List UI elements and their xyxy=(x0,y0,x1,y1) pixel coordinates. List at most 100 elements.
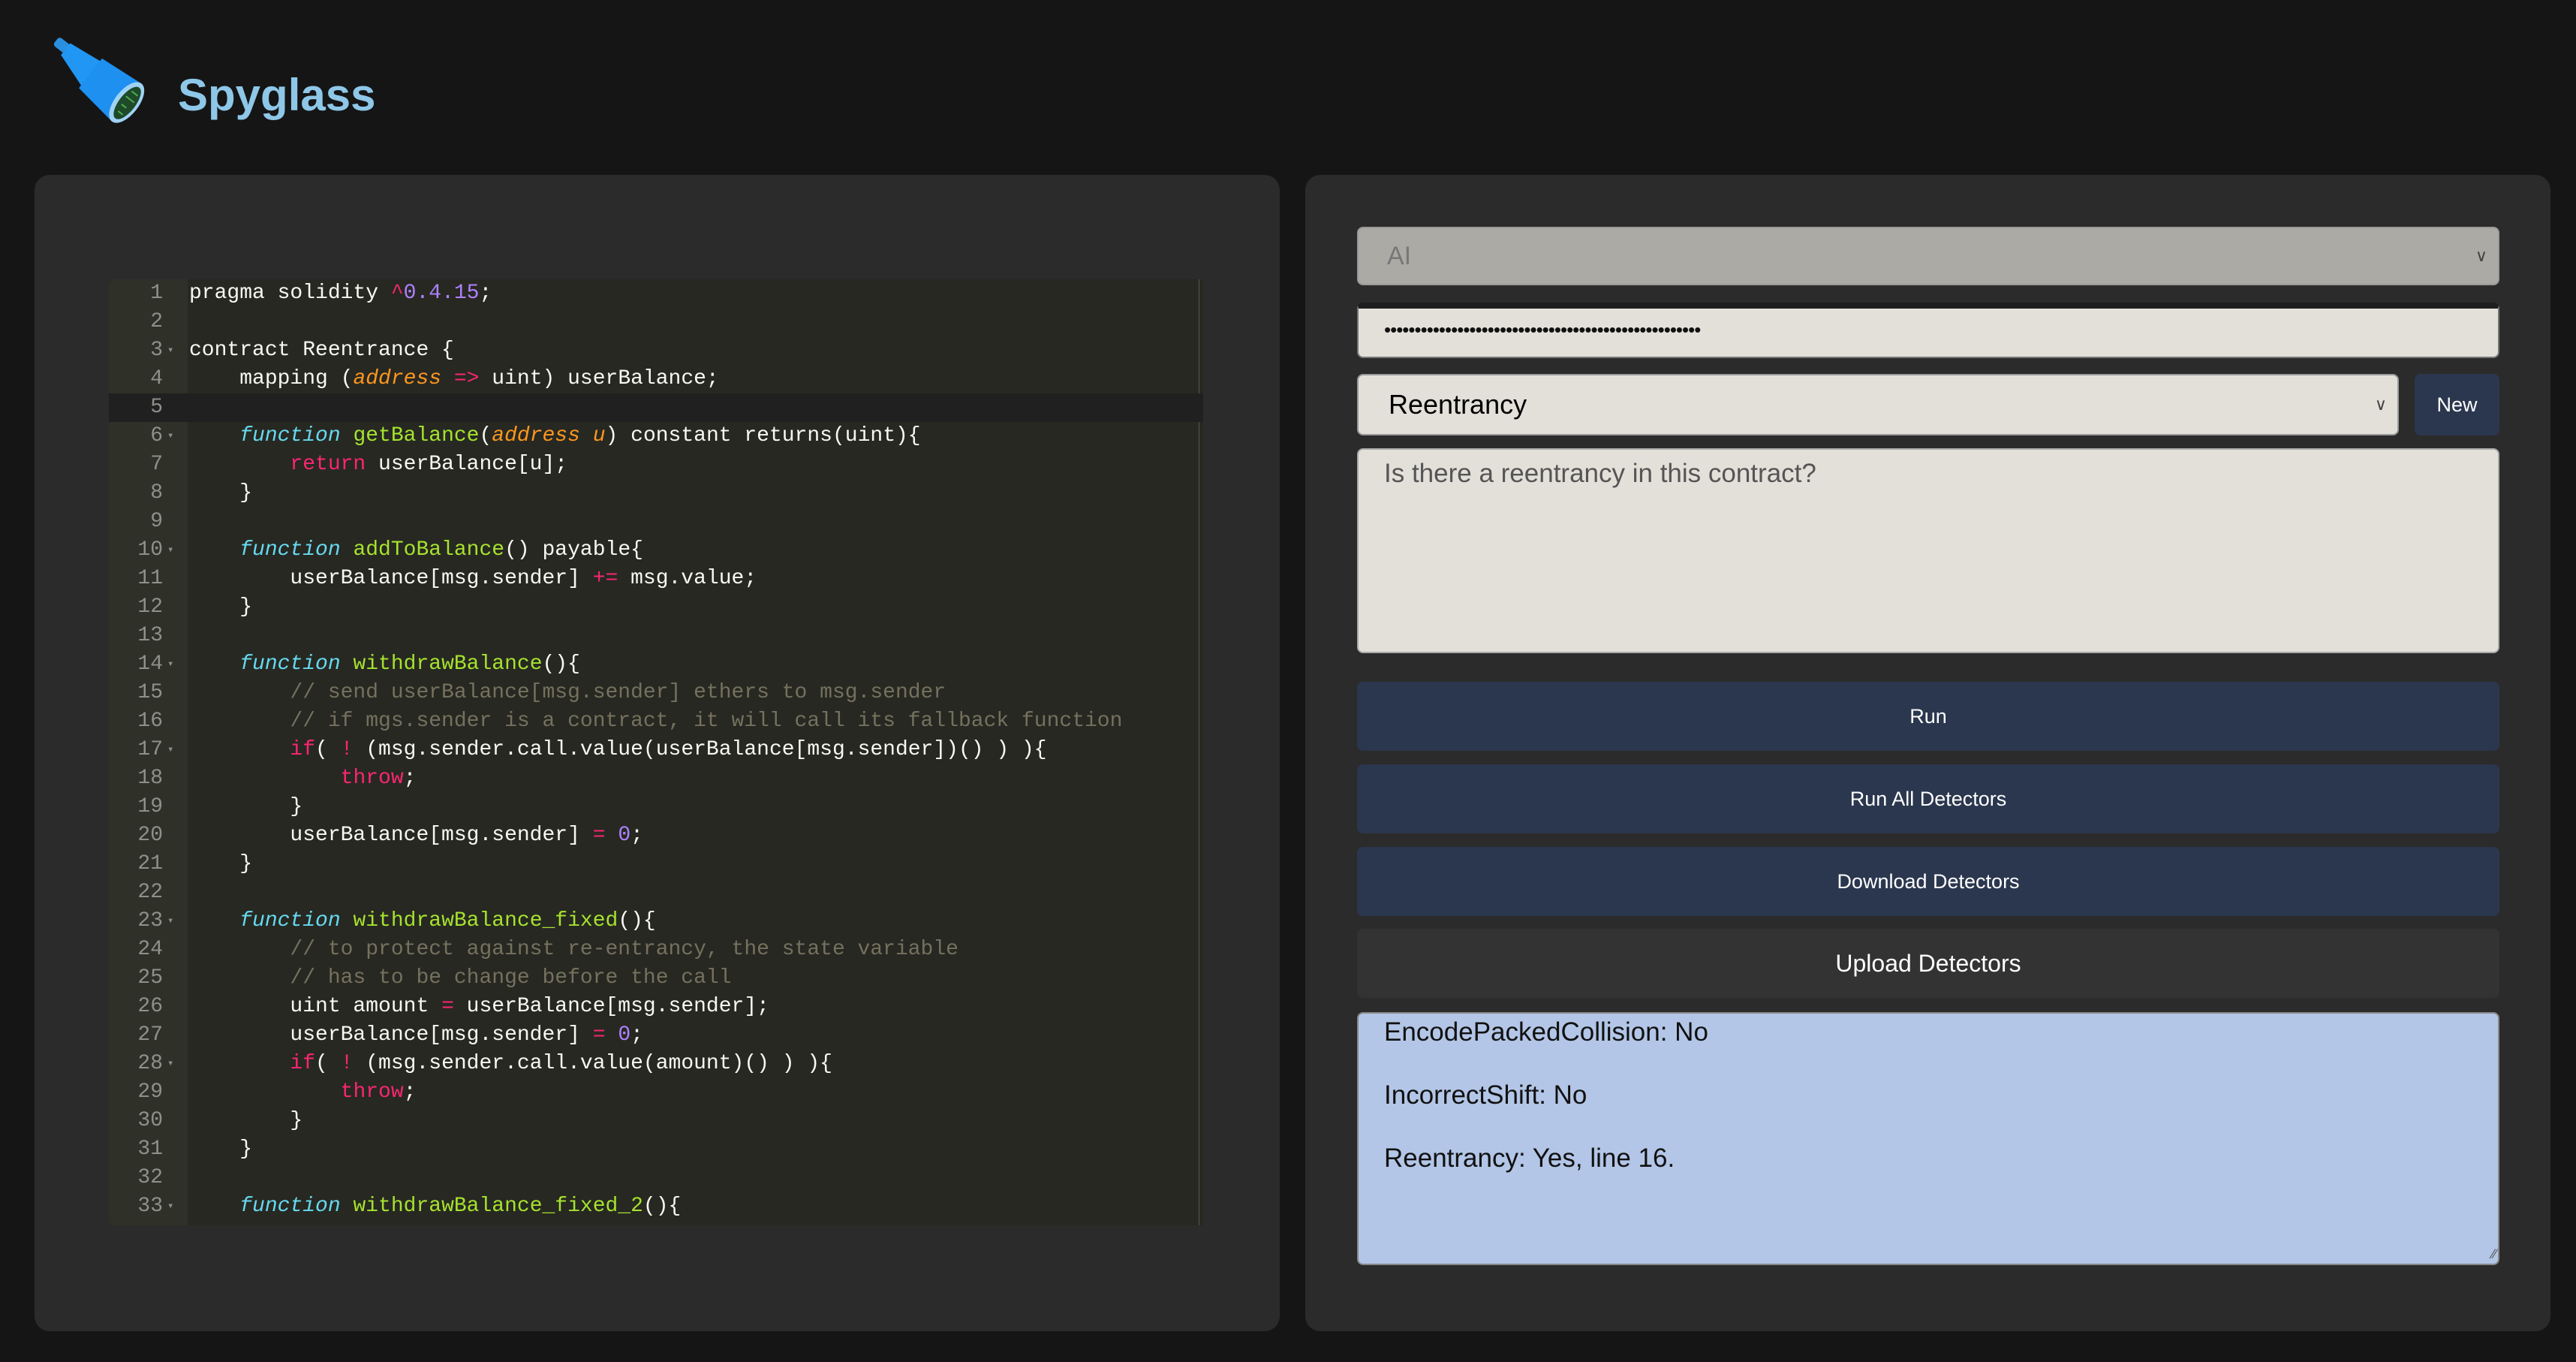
code-line[interactable]: 6 ▾ function getBalance(address u) consta… xyxy=(109,422,1203,450)
code-token-cm: // send userBalance[msg.sender] ethers t… xyxy=(290,681,946,704)
code-line[interactable]: 4 mapping (address => uint) userBalance; xyxy=(109,365,1203,393)
code-text: userBalance[msg.sender] += msg.value; xyxy=(189,565,757,593)
code-text: } xyxy=(189,1135,252,1164)
controls-panel: AI ∨ •••••••••••••••••••••••••••••••••••… xyxy=(1305,175,2550,1331)
code-token-plain: } xyxy=(189,481,253,505)
code-token-name: withdrawBalance xyxy=(353,652,543,676)
code-line[interactable]: 11 userBalance[msg.sender] += msg.value; xyxy=(109,565,1203,593)
fold-arrow-icon[interactable]: ▾ xyxy=(167,907,173,936)
code-line[interactable]: 5 xyxy=(109,393,1203,422)
new-detector-button[interactable]: New xyxy=(2415,374,2499,435)
line-number: 6 xyxy=(150,424,163,447)
output-textarea[interactable]: EncodePackedCollision: No IncorrectShift… xyxy=(1357,1012,2499,1265)
resize-handle-icon[interactable]: ∕∕ xyxy=(2492,1246,2496,1262)
code-token-plain: (){ xyxy=(542,652,580,676)
code-line[interactable]: 26 uint amount = userBalance[msg.sender]… xyxy=(109,993,1203,1021)
code-line[interactable]: 12 } xyxy=(109,593,1203,622)
fold-arrow-icon[interactable]: ▾ xyxy=(167,536,173,565)
code-token-op: += xyxy=(592,567,618,590)
code-line[interactable]: 13 xyxy=(109,622,1203,650)
fold-arrow-icon[interactable]: ▾ xyxy=(167,336,173,365)
code-token-plain: ( xyxy=(479,424,492,447)
code-token-op: = xyxy=(592,1023,606,1047)
code-token-plain: } xyxy=(189,852,253,875)
code-line[interactable]: 18 throw; xyxy=(109,764,1203,793)
code-line[interactable]: 9 xyxy=(109,508,1203,536)
model-select-value: AI xyxy=(1387,242,1412,270)
code-line[interactable]: 2 xyxy=(109,308,1203,336)
fold-arrow-icon[interactable]: ▾ xyxy=(167,1192,173,1221)
line-number: 5 xyxy=(150,396,163,419)
line-number: 31 xyxy=(137,1138,163,1161)
code-text: function addToBalance() payable{ xyxy=(189,536,643,565)
code-line[interactable]: 25 // has to be change before the call xyxy=(109,964,1203,993)
code-line[interactable]: 30 } xyxy=(109,1107,1203,1135)
code-editor[interactable]: 1 pragma solidity ^0.4.15; 2 3 ▾ contract Ree… xyxy=(109,279,1203,1225)
prompt-textarea[interactable]: Is there a reentrancy in this contract? xyxy=(1357,448,2499,653)
code-line[interactable]: 32 xyxy=(109,1164,1203,1192)
fold-arrow-icon[interactable]: ▾ xyxy=(167,422,173,450)
code-line[interactable]: 19 } xyxy=(109,793,1203,821)
fold-arrow-icon[interactable]: ▾ xyxy=(167,650,173,679)
fold-arrow-icon[interactable]: ▾ xyxy=(167,1050,173,1078)
code-text: // to protect against re-entrancy, the s… xyxy=(189,936,958,964)
line-number: 21 xyxy=(137,852,163,875)
code-token-plain: ( xyxy=(315,738,341,761)
upload-detectors-button[interactable]: Upload Detectors xyxy=(1357,929,2499,998)
code-line[interactable]: 17 ▾ if( ! (msg.sender.call.value(userBal… xyxy=(109,736,1203,764)
code-line[interactable]: 20 userBalance[msg.sender] = 0; xyxy=(109,821,1203,850)
code-text: userBalance[msg.sender] = 0; xyxy=(189,1021,643,1050)
code-line[interactable]: 29 throw; xyxy=(109,1078,1203,1107)
code-text: function withdrawBalance(){ xyxy=(189,650,580,679)
code-token-fn: function xyxy=(239,1195,341,1218)
code-line[interactable]: 31 } xyxy=(109,1135,1203,1164)
code-token-name: addToBalance xyxy=(353,538,505,562)
code-token-plain: (msg.sender.call.value(amount)() ) ){ xyxy=(353,1052,832,1075)
code-line[interactable]: 10 ▾ function addToBalance() payable{ xyxy=(109,536,1203,565)
code-line[interactable]: 21 } xyxy=(109,850,1203,878)
line-number: 12 xyxy=(137,595,163,619)
code-token-plain: ( xyxy=(315,1052,341,1075)
code-lines[interactable]: 1 pragma solidity ^0.4.15; 2 3 ▾ contract Ree… xyxy=(109,279,1203,1221)
code-token-type: address xyxy=(353,367,442,390)
code-line[interactable]: 7 return userBalance[u]; xyxy=(109,450,1203,479)
code-text xyxy=(189,393,239,422)
code-line[interactable]: 8 } xyxy=(109,479,1203,508)
code-token-op: = xyxy=(592,824,606,847)
code-line[interactable]: 28 ▾ if( ! (msg.sender.call.value(amount)… xyxy=(109,1050,1203,1078)
code-token-fn: function xyxy=(239,909,341,933)
code-line[interactable]: 16 // if mgs.sender is a contract, it wi… xyxy=(109,707,1203,736)
code-line[interactable]: 27 userBalance[msg.sender] = 0; xyxy=(109,1021,1203,1050)
code-token-plain: userBalance[msg.sender] xyxy=(189,824,593,847)
code-text: userBalance[msg.sender] = 0; xyxy=(189,821,643,850)
code-text: if( ! (msg.sender.call.value(userBalance… xyxy=(189,736,1046,764)
code-line[interactable]: 3 ▾ contract Reentrance { xyxy=(109,336,1203,365)
api-key-input[interactable]: ••••••••••••••••••••••••••••••••••••••••… xyxy=(1357,303,2499,358)
code-line[interactable]: 15 // send userBalance[msg.sender] ether… xyxy=(109,679,1203,707)
code-token-num: 0.4.15 xyxy=(403,282,480,305)
code-text: } xyxy=(189,793,302,821)
code-token-op: ! xyxy=(340,1052,354,1075)
model-select[interactable]: AI ∨ xyxy=(1357,227,2499,285)
code-line[interactable]: 33 ▾ function withdrawBalance_fixed_2(){ xyxy=(109,1192,1203,1221)
output-line: EncodePackedCollision: No xyxy=(1384,1017,1708,1047)
download-detectors-button[interactable]: Download Detectors xyxy=(1357,847,2499,916)
code-token-plain: ; xyxy=(479,282,492,305)
code-token-plain: ; xyxy=(403,767,417,790)
line-number: 10 xyxy=(137,538,163,562)
code-line[interactable]: 22 xyxy=(109,878,1203,907)
fold-arrow-icon[interactable]: ▾ xyxy=(167,736,173,764)
run-all-detectors-button[interactable]: Run All Detectors xyxy=(1357,764,2499,833)
app-title: Spyglass xyxy=(178,70,376,120)
run-button[interactable]: Run xyxy=(1357,682,2499,751)
detector-select[interactable]: Reentrancy ∨ xyxy=(1357,374,2399,435)
code-line[interactable]: 24 // to protect against re-entrancy, th… xyxy=(109,936,1203,964)
code-line[interactable]: 1 pragma solidity ^0.4.15; xyxy=(109,279,1203,308)
code-line[interactable]: 14 ▾ function withdrawBalance(){ xyxy=(109,650,1203,679)
code-line[interactable]: 23 ▾ function withdrawBalance_fixed(){ xyxy=(109,907,1203,936)
code-token-kw: return xyxy=(290,453,366,476)
